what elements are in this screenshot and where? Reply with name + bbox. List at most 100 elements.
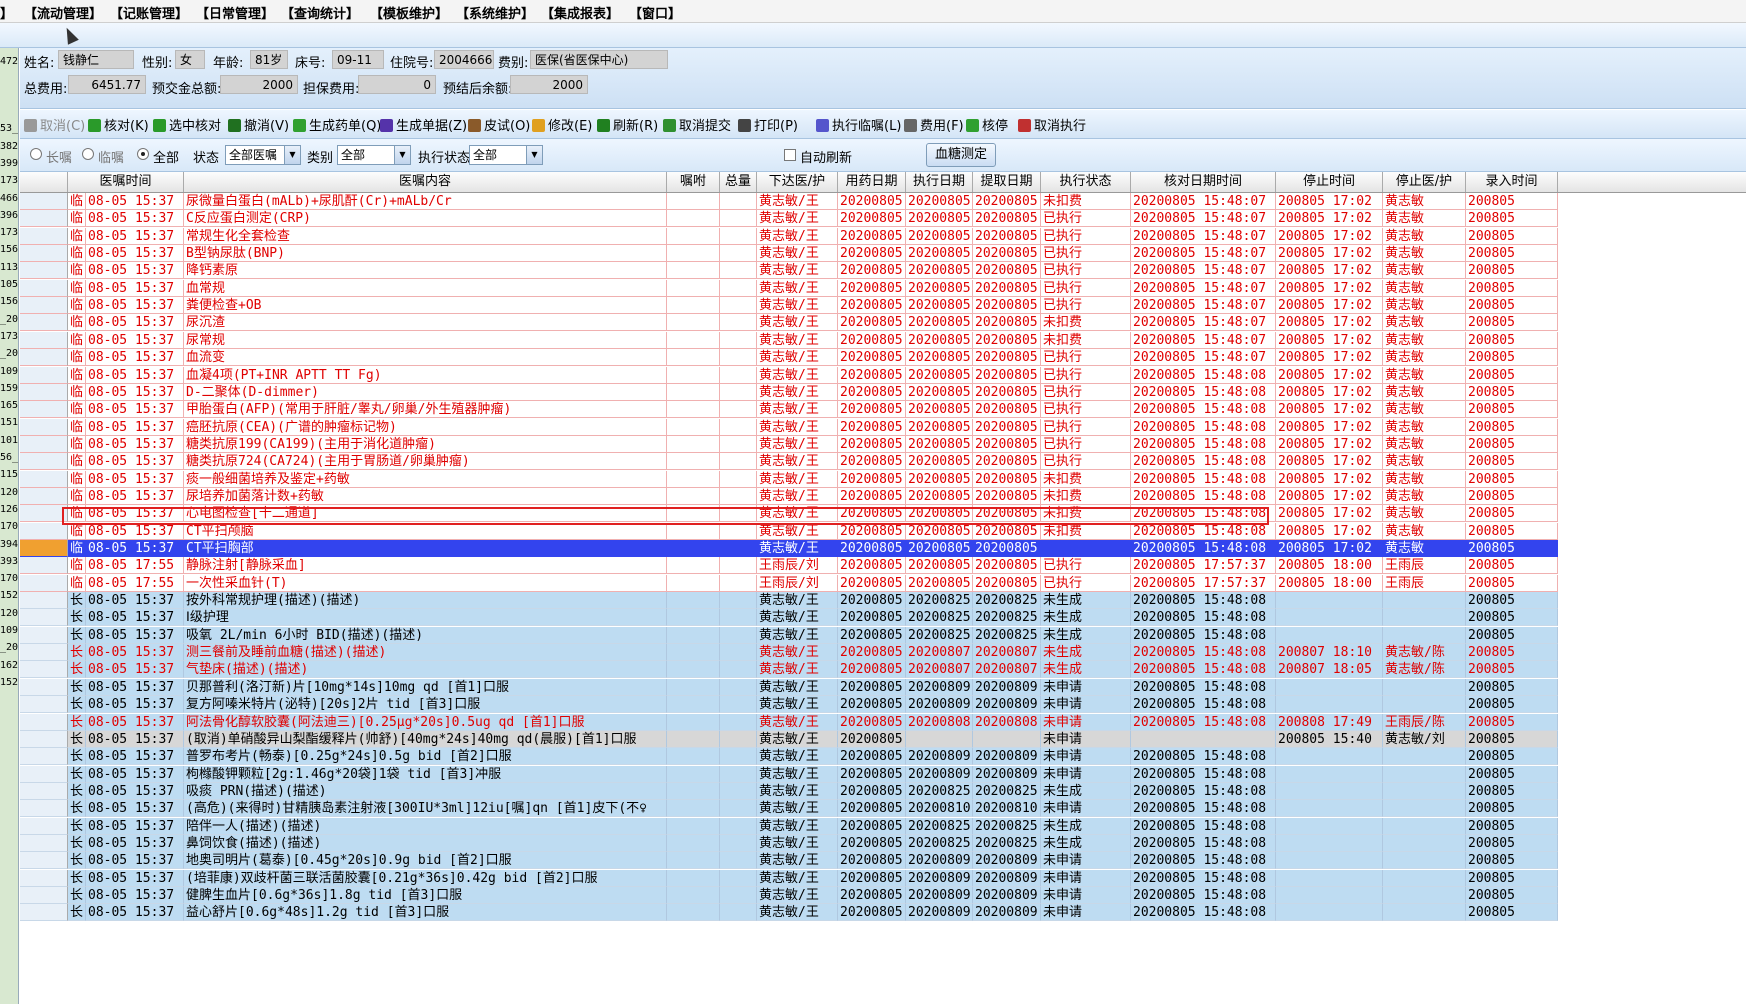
column-header[interactable]: 核对日期时间 (1131, 172, 1276, 192)
order-row[interactable]: 长 08-05 15:37 枸橼酸钾颗粒[2g:1.46g*20袋]1袋 tid [… (20, 765, 1746, 783)
order-row[interactable]: 长 08-05 15:37 贝那普利(洛汀新)片[10mg*14s]10mg qd … (20, 678, 1746, 696)
order-row[interactable]: 临 08-05 15:37 糖类抗原199(CA199)(主用于消化道肿瘤) 黄志敏/… (20, 435, 1746, 453)
row-selector[interactable] (20, 505, 68, 523)
row-selector[interactable] (20, 245, 68, 263)
radio-long-order[interactable] (30, 148, 42, 160)
column-header[interactable] (20, 172, 68, 192)
auto-refresh-checkbox[interactable] (784, 149, 796, 161)
row-selector[interactable] (20, 279, 68, 297)
order-row[interactable]: 临 08-05 17:55 一次性采血针(T) 王雨辰/刘 20200805 202008… (20, 574, 1746, 592)
toolbar-button[interactable]: 皮试(O) (468, 115, 530, 134)
radio-all-orders[interactable] (137, 148, 149, 160)
row-selector[interactable] (20, 522, 68, 540)
row-selector[interactable] (20, 592, 68, 610)
row-selector[interactable] (20, 869, 68, 887)
toolbar-button[interactable]: 撤消(V) (228, 115, 289, 134)
row-selector[interactable] (20, 401, 68, 419)
order-row[interactable]: 临 08-05 15:37 C反应蛋白测定(CRP) 黄志敏/王 20200805 202… (20, 210, 1746, 228)
order-row[interactable]: 长 08-05 15:37 益心舒片[0.6g*48s]1.2g tid [首3]口… (20, 904, 1746, 922)
order-row[interactable]: 长 08-05 15:37 气垫床(描述)(描述) 黄志敏/王 20200805 2020… (20, 661, 1746, 679)
order-row[interactable]: 长 08-05 15:37 地奥司明片(葛泰)[0.45g*20s]0.9g bid… (20, 852, 1746, 870)
exec-status-select[interactable]: 全部 ▼ (469, 145, 543, 165)
radio-temp-order[interactable] (82, 148, 94, 160)
column-header[interactable]: 停止医/护 (1383, 172, 1466, 192)
row-selector[interactable] (20, 626, 68, 644)
row-selector[interactable] (20, 644, 68, 662)
row-selector[interactable] (20, 418, 68, 436)
column-header[interactable]: 执行状态 (1041, 172, 1131, 192)
category-select[interactable]: 全部 ▼ (337, 145, 411, 165)
toolbar-button[interactable]: 生成单据(Z) (380, 115, 467, 134)
order-row[interactable]: 临 08-05 15:37 尿常规 黄志敏/王 20200805 20200805 2020… (20, 331, 1746, 349)
order-row[interactable]: 临 08-05 15:37 尿培养加菌落计数+药敏 黄志敏/王 20200805 2020… (20, 487, 1746, 505)
menu-item[interactable]: 【日常管理】 (196, 3, 274, 22)
order-row[interactable]: 长 08-05 15:37 吸痰 PRN(描述)(描述) 黄志敏/王 20200805 2… (20, 782, 1746, 800)
menu-item[interactable]: 【流动管理】 (24, 3, 102, 22)
order-row[interactable]: 长 08-05 15:37 鼻饲饮食(描述)(描述) 黄志敏/王 20200805 202… (20, 834, 1746, 852)
toolbar-button[interactable]: 取消执行 (1018, 115, 1086, 134)
order-row[interactable]: 临 08-05 15:37 心电图检查[十二通道] 黄志敏/王 20200805 2020… (20, 505, 1746, 523)
row-selector[interactable] (20, 383, 68, 401)
row-selector[interactable] (20, 834, 68, 852)
order-row[interactable]: 临 08-05 15:37 糖类抗原724(CA724)(主用于胃肠道/卵巢肿瘤) 黄… (20, 453, 1746, 471)
order-row[interactable]: 临 08-05 15:37 粪便检查+OB 黄志敏/王 20200805 20200805… (20, 297, 1746, 315)
row-selector[interactable] (20, 748, 68, 766)
chevron-down-icon[interactable]: ▼ (284, 146, 300, 164)
row-selector[interactable] (20, 314, 68, 332)
toolbar-button[interactable]: 核对(K) (88, 115, 149, 134)
row-selector[interactable] (20, 678, 68, 696)
row-selector[interactable] (20, 904, 68, 922)
order-row[interactable]: 临 08-05 15:37 尿微量白蛋白(mALb)+尿肌酐(Cr)+mALb/Cr… (20, 193, 1746, 210)
row-selector[interactable] (20, 210, 68, 228)
menu-item[interactable]: 】 (0, 3, 13, 22)
order-row[interactable]: 长 08-05 15:37 复方阿嗪米特片(泌特)[20s]2片 tid [首3]口… (20, 696, 1746, 714)
order-row[interactable]: 长 08-05 15:37 (培菲康)双歧杆菌三联活菌胶囊[0.21g*36s]0.… (20, 869, 1746, 887)
column-header[interactable]: 用药日期 (838, 172, 906, 192)
row-selector[interactable] (20, 540, 68, 557)
row-selector[interactable] (20, 574, 68, 592)
row-selector[interactable] (20, 696, 68, 714)
row-selector[interactable] (20, 661, 68, 679)
column-header[interactable]: 总量 (720, 172, 757, 192)
toolbar-button[interactable]: 生成药单(Q) (293, 115, 381, 134)
row-selector[interactable] (20, 227, 68, 245)
column-header[interactable]: 录入时间 (1466, 172, 1558, 192)
row-selector[interactable] (20, 435, 68, 453)
order-row[interactable]: 长 08-05 15:37 吸氧 2L/min 6小时 BID(描述)(描述) 黄志敏… (20, 626, 1746, 644)
menu-item[interactable]: 【记账管理】 (110, 3, 188, 22)
row-selector[interactable] (20, 730, 68, 748)
column-header[interactable]: 医嘱内容 (184, 172, 667, 192)
order-row[interactable]: 临 08-05 15:37 尿沉渣 黄志敏/王 20200805 20200805 2020… (20, 314, 1746, 332)
status-select[interactable]: 全部医嘱 ▼ (225, 145, 301, 165)
column-header[interactable]: 嘱咐 (667, 172, 720, 192)
order-row[interactable]: 临 08-05 15:37 CT平扫颅脑 黄志敏/王 20200805 20200805 2… (20, 522, 1746, 540)
order-row[interactable]: 临 08-05 15:37 B型钠尿肽(BNP) 黄志敏/王 20200805 20200… (20, 245, 1746, 263)
toolbar-button[interactable]: 刷新(R) (597, 115, 658, 134)
menu-item[interactable]: 【集成报表】 (541, 3, 619, 22)
row-selector[interactable] (20, 782, 68, 800)
column-header[interactable]: 停止时间 (1276, 172, 1383, 192)
toolbar-button[interactable]: 取消提交 (663, 115, 731, 134)
order-row[interactable]: 长 08-05 15:37 (高危)(来得时)甘精胰岛素注射液[300IU*3ml]… (20, 800, 1746, 818)
column-header[interactable]: 提取日期 (973, 172, 1041, 192)
toolbar-button[interactable]: 取消(C) (24, 115, 85, 134)
toolbar-button[interactable]: 费用(F) (904, 115, 964, 134)
row-selector[interactable] (20, 887, 68, 904)
order-row[interactable]: 临 08-05 15:37 血常规 黄志敏/王 20200805 20200805 2020… (20, 279, 1746, 297)
row-selector[interactable] (20, 609, 68, 627)
order-row[interactable]: 临 08-05 15:37 降钙素原 黄志敏/王 20200805 20200805 202… (20, 262, 1746, 280)
order-row[interactable]: 临 08-05 15:37 常规生化全套检查 黄志敏/王 20200805 2020080… (20, 227, 1746, 245)
row-selector[interactable] (20, 349, 68, 367)
row-selector[interactable] (20, 817, 68, 835)
order-row[interactable]: 临 08-05 15:37 血凝4项(PT+INR APTT TT Fg) 黄志敏/王… (20, 366, 1746, 384)
order-row[interactable]: 长 08-05 15:37 按外科常规护理(描述)(描述) 黄志敏/王 20200805… (20, 592, 1746, 610)
toolbar-button[interactable]: 修改(E) (532, 115, 592, 134)
order-row[interactable]: 临 08-05 15:37 D-二聚体(D-dimmer) 黄志敏/王 20200805… (20, 383, 1746, 401)
row-selector[interactable] (20, 557, 68, 575)
order-row[interactable]: 临 08-05 15:37 血流变 黄志敏/王 20200805 20200805 2020… (20, 349, 1746, 367)
toolbar-button[interactable]: 打印(P) (738, 115, 798, 134)
order-row[interactable]: 长 08-05 15:37 测三餐前及睡前血糖(描述)(描述) 黄志敏/王 202008… (20, 644, 1746, 662)
menu-item[interactable]: 【窗口】 (629, 3, 681, 22)
menu-item[interactable]: 【系统维护】 (456, 3, 534, 22)
order-row[interactable]: 临 08-05 15:37 甲胎蛋白(AFP)(常用于肝脏/睾丸/卵巢/外生殖器肿瘤… (20, 401, 1746, 419)
